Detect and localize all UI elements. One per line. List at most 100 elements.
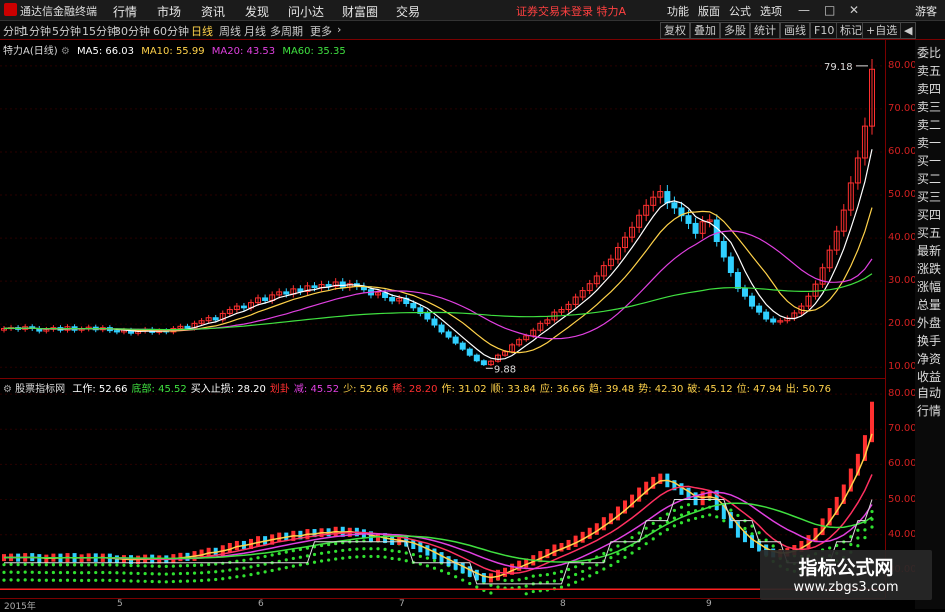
more-chevron-icon[interactable]: › (337, 23, 341, 36)
signal-dot (235, 567, 239, 571)
period-5min[interactable]: 5分钟 (52, 23, 81, 39)
signal-dot (327, 558, 331, 562)
signal-dot (80, 563, 84, 567)
signal-dot (23, 570, 27, 574)
indicator-bar (615, 506, 620, 521)
menu-options[interactable]: 选项 (760, 3, 782, 19)
sidebar-item[interactable]: 涨幅 (917, 280, 945, 294)
signal-dot (602, 551, 606, 556)
signal-dot (9, 578, 13, 582)
menu-formula[interactable]: 公式 (729, 3, 751, 19)
indicator-bar (552, 544, 557, 557)
menu-news[interactable]: 资讯 (201, 3, 225, 20)
close-button[interactable]: ✕ (849, 3, 859, 17)
sidebar-item[interactable]: 总量 (917, 298, 945, 312)
signal-dot (524, 592, 528, 596)
signal-dot (178, 564, 183, 568)
ma5-line (3, 149, 873, 361)
menu-discover[interactable]: 发现 (245, 3, 269, 20)
sidebar-item[interactable]: 自动 (917, 386, 945, 400)
signal-dot (630, 535, 634, 540)
signal-dot (298, 563, 302, 567)
indicator-panel[interactable]: ⚙ 股票指标网 工作: 52.66 底部: 45.52 买入止损: 28.20 划卦减… (0, 380, 885, 598)
signal-dot (609, 548, 613, 552)
restore-rights-button[interactable]: 复权 (660, 22, 690, 39)
sidebar-item[interactable]: 卖五 (917, 64, 945, 78)
signal-dot (665, 528, 669, 532)
menu-ask[interactable]: 问小达 (288, 3, 324, 20)
period-more[interactable]: 更多 (310, 23, 332, 39)
period-weekly[interactable]: 周线 (219, 23, 241, 39)
statistics-button[interactable]: 统计 (750, 22, 780, 39)
y-tick-main: 50.00 (888, 189, 917, 200)
signal-dot (101, 563, 105, 567)
period-30min[interactable]: 30分钟 (114, 23, 150, 39)
menu-trade[interactable]: 交易 (396, 3, 420, 20)
minimize-button[interactable]: — (798, 3, 810, 17)
sidebar-item[interactable]: 买二 (917, 172, 945, 186)
sidebar-item[interactable]: 换手 (917, 334, 945, 348)
sidebar-item[interactable]: 买四 (917, 208, 945, 222)
candle-body (734, 272, 741, 289)
overlay-button[interactable]: 叠加 (690, 22, 720, 39)
sidebar-item[interactable]: 涨跌 (917, 262, 945, 276)
candle-body (720, 241, 727, 258)
period-60min[interactable]: 60分钟 (153, 23, 189, 39)
sidebar-item[interactable]: 委比 (917, 46, 945, 60)
signal-dot (72, 563, 77, 567)
signal-dot (16, 578, 20, 582)
sidebar-item[interactable]: 买五 (917, 226, 945, 240)
x-axis-label: 6 (258, 599, 264, 609)
sidebar-item[interactable]: 卖一 (917, 136, 945, 150)
signal-dot (432, 558, 437, 563)
period-15min[interactable]: 15分钟 (82, 23, 118, 39)
menu-function[interactable]: 功能 (667, 3, 689, 19)
menu-market[interactable]: 市场 (157, 3, 181, 20)
signal-dot (517, 578, 521, 582)
sidebar-item[interactable]: 卖四 (917, 82, 945, 96)
f10-button[interactable]: F10 (810, 22, 839, 39)
signal-dot (242, 574, 246, 578)
sidebar-item[interactable]: 收益 (917, 370, 945, 384)
period-daily[interactable]: 日线 (191, 23, 213, 39)
sidebar-item[interactable]: 买三 (917, 190, 945, 204)
sidebar-item[interactable]: 卖二 (917, 118, 945, 132)
price-chart-panel[interactable]: 特力A(日线) ⚙ MA5: 66.03 MA10: 55.99 MA20: 4… (0, 40, 885, 379)
candle-body (424, 312, 431, 320)
multi-stock-button[interactable]: 多股 (720, 22, 750, 39)
signal-dot (129, 579, 133, 583)
y-axis: 80.00 70.00 60.00 50.00 40.00 30.00 20.00 10.00… (885, 40, 917, 598)
menu-wealth[interactable]: 财富圈 (342, 3, 378, 20)
period-1min[interactable]: 1分钟 (22, 23, 51, 39)
signal-dot (644, 526, 648, 530)
maximize-button[interactable]: □ (824, 3, 835, 17)
sidebar-item[interactable]: 净资 (917, 352, 945, 366)
menu-layout[interactable]: 版面 (698, 3, 720, 19)
signal-dot (411, 552, 415, 557)
signal-dot (263, 554, 267, 559)
sidebar-item[interactable]: 卖三 (917, 100, 945, 114)
sidebar-item[interactable]: 买一 (917, 154, 945, 168)
guest-label[interactable]: 游客 (915, 3, 937, 19)
signal-dot (743, 526, 747, 531)
candle-body (212, 317, 219, 321)
signal-dot (503, 578, 507, 582)
collapse-icon[interactable]: ◀ (900, 22, 917, 39)
sidebar-item[interactable]: 最新 (917, 244, 945, 258)
candle-body (297, 288, 304, 292)
add-watchlist-button[interactable]: +自选 (862, 22, 902, 39)
signal-dot (108, 563, 112, 567)
menu-market-quotes[interactable]: 行情 (113, 3, 137, 20)
indicator-bar (587, 527, 592, 539)
period-multi[interactable]: 多周期 (270, 23, 303, 39)
indicator-bar (693, 492, 698, 506)
signal-dot (207, 562, 211, 567)
candle-body (466, 348, 473, 356)
signal-dot (108, 571, 112, 575)
period-monthly[interactable]: 月线 (244, 23, 266, 39)
draw-line-button[interactable]: 画线 (780, 22, 810, 39)
signal-dot (51, 570, 55, 575)
sidebar-item[interactable]: 行情 (917, 404, 945, 418)
sidebar-item[interactable]: 外盘 (917, 316, 945, 330)
signal-dot (214, 570, 218, 574)
